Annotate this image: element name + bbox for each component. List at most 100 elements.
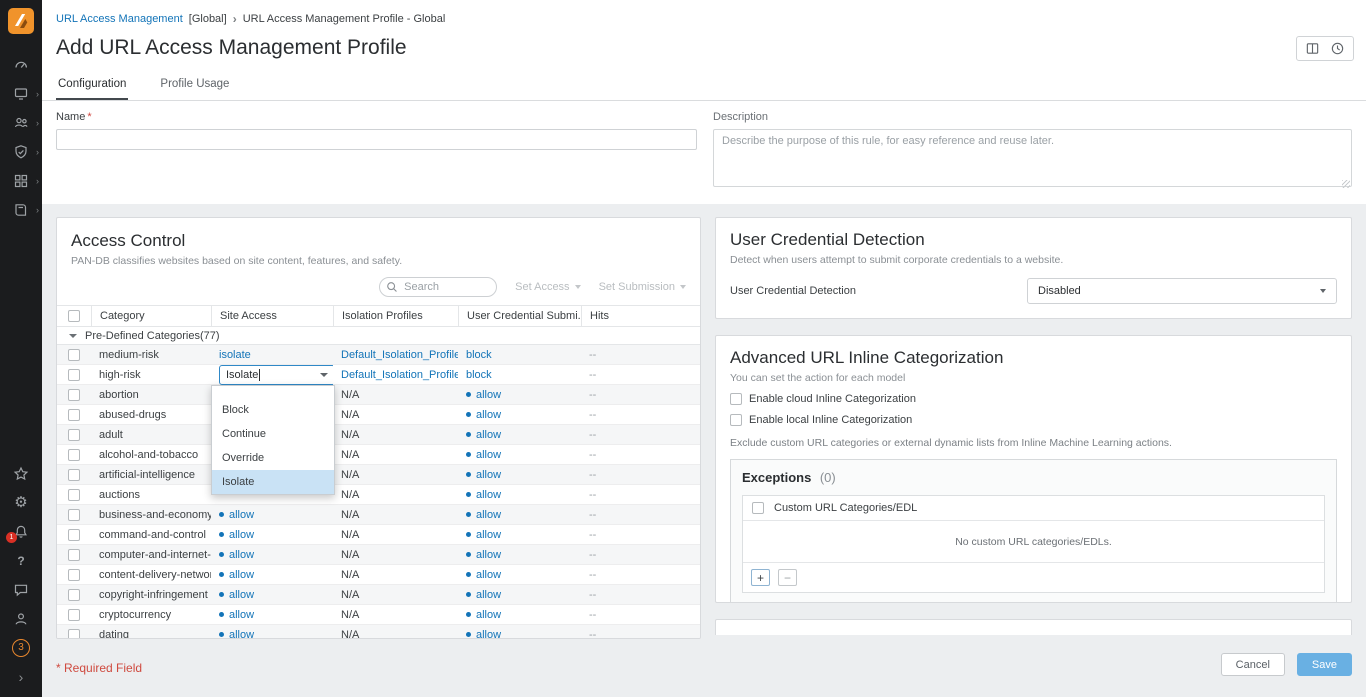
save-button[interactable]: Save xyxy=(1297,653,1352,676)
site-access-link[interactable]: allow xyxy=(229,509,254,521)
row-checkbox[interactable] xyxy=(68,409,80,421)
dropdown-option[interactable]: Block xyxy=(212,398,334,422)
sidebar-item-security-services[interactable]: › xyxy=(0,137,42,166)
set-access-dropdown[interactable]: Set Access xyxy=(515,281,580,293)
sidebar-item-notifications[interactable]: 1 xyxy=(0,517,42,546)
user-credential-submission-link[interactable]: allow xyxy=(476,469,501,481)
sidebar-item-account[interactable] xyxy=(0,604,42,633)
site-access-link[interactable]: allow xyxy=(229,529,254,541)
site-access-link[interactable]: isolate xyxy=(219,349,251,361)
row-checkbox[interactable] xyxy=(68,589,80,601)
ucd-select[interactable]: Disabled xyxy=(1027,278,1337,304)
cloud-inline-label: Enable cloud Inline Categorization xyxy=(749,393,916,405)
remove-exception-button[interactable]: − xyxy=(778,569,797,586)
dropdown-option[interactable]: Override xyxy=(212,446,334,470)
user-credential-submission-link[interactable]: allow xyxy=(476,389,501,401)
sidebar-collapse-toggle[interactable]: › xyxy=(0,662,42,691)
column-header-site-access[interactable]: Site Access xyxy=(211,306,333,326)
site-access-cell: isolate xyxy=(211,349,333,361)
isolation-profile-cell: N/A xyxy=(333,489,458,501)
site-access-link[interactable]: allow xyxy=(229,569,254,581)
sidebar-item-feedback[interactable] xyxy=(0,575,42,604)
row-checkbox[interactable] xyxy=(68,569,80,581)
row-checkbox[interactable] xyxy=(68,489,80,501)
isolation-profile-link[interactable]: Default_Isolation_Profile xyxy=(341,349,458,361)
sidebar-item-favorites[interactable] xyxy=(0,459,42,488)
select-all-checkbox[interactable] xyxy=(68,310,80,322)
row-checkbox[interactable] xyxy=(68,629,80,639)
sidebar-item-users[interactable]: › xyxy=(0,108,42,137)
sidebar-item-tasks[interactable]: 3 xyxy=(0,633,42,662)
row-checkbox[interactable] xyxy=(68,349,80,361)
site-access-link[interactable]: allow xyxy=(229,589,254,601)
tab-configuration[interactable]: Configuration xyxy=(56,72,128,100)
user-credential-submission-link[interactable]: allow xyxy=(476,429,501,441)
user-credential-submission-link[interactable]: allow xyxy=(476,549,501,561)
row-checkbox[interactable] xyxy=(68,509,80,521)
row-checkbox[interactable] xyxy=(68,469,80,481)
user-credential-submission-link[interactable]: allow xyxy=(476,509,501,521)
dropdown-option[interactable]: Isolate xyxy=(212,470,334,494)
isolation-profile-link[interactable]: Default_Isolation_Profile xyxy=(341,369,458,381)
user-credential-submission-link[interactable]: allow xyxy=(476,449,501,461)
cloud-inline-row: Enable cloud Inline Categorization xyxy=(730,393,1337,405)
site-access-combobox[interactable]: Isolate xyxy=(219,365,333,385)
category-group-row[interactable]: Pre-Defined Categories(77) xyxy=(57,327,700,345)
user-credential-submission-link[interactable]: allow xyxy=(476,529,501,541)
dropdown-option[interactable]: Continue xyxy=(212,422,334,446)
column-header-isolation-profiles[interactable]: Isolation Profiles xyxy=(333,306,458,326)
collapse-icon xyxy=(69,334,77,338)
row-checkbox[interactable] xyxy=(68,389,80,401)
row-checkbox[interactable] xyxy=(68,369,80,381)
name-input[interactable] xyxy=(56,129,697,150)
add-exception-button[interactable]: + xyxy=(751,569,770,586)
table-row: alcohol-and-tobaccoN/Aallow-- xyxy=(57,445,700,465)
sidebar-item-workflows[interactable]: › xyxy=(0,166,42,195)
exceptions-select-all-checkbox[interactable] xyxy=(752,502,764,514)
panw-logo[interactable] xyxy=(8,8,34,34)
site-access-link[interactable]: allow xyxy=(229,609,254,621)
set-submission-dropdown[interactable]: Set Submission xyxy=(599,281,686,293)
site-access-cell: allow xyxy=(211,509,333,521)
row-checkbox[interactable] xyxy=(68,449,80,461)
cloud-inline-checkbox[interactable] xyxy=(730,393,742,405)
row-checkbox[interactable] xyxy=(68,529,80,541)
isolation-profile-cell: N/A xyxy=(333,609,458,621)
user-credential-submission-link[interactable]: block xyxy=(466,349,492,361)
column-header-user-credential-submission[interactable]: User Credential Submi... xyxy=(458,306,581,326)
cancel-button[interactable]: Cancel xyxy=(1221,653,1285,676)
resize-grip-icon[interactable] xyxy=(1342,180,1350,188)
site-access-link[interactable]: allow xyxy=(229,549,254,561)
user-credential-submission-link[interactable]: allow xyxy=(476,409,501,421)
user-credential-submission-link[interactable]: allow xyxy=(476,629,501,639)
sidebar-item-insights[interactable]: › xyxy=(0,79,42,108)
column-header-hits[interactable]: Hits xyxy=(581,306,700,326)
advanced-url-card: Advanced URL Inline Categorization You c… xyxy=(715,335,1352,603)
user-credential-submission-link[interactable]: allow xyxy=(476,489,501,501)
ucd-field-label: User Credential Detection xyxy=(730,285,856,297)
column-header-category[interactable]: Category xyxy=(91,306,211,326)
versions-icon[interactable] xyxy=(1305,41,1320,56)
breadcrumb-link[interactable]: URL Access Management xyxy=(56,13,183,25)
user-credential-submission-link[interactable]: allow xyxy=(476,569,501,581)
sidebar-item-settings[interactable]: ⚙ xyxy=(0,488,42,517)
site-access-link[interactable]: allow xyxy=(229,629,254,639)
description-input[interactable] xyxy=(713,129,1352,187)
row-checkbox[interactable] xyxy=(68,549,80,561)
local-inline-row: Enable local Inline Categorization xyxy=(730,414,1337,426)
user-credential-submission-link[interactable]: allow xyxy=(476,589,501,601)
history-icon[interactable] xyxy=(1330,41,1345,56)
ucd-subtitle: Detect when users attempt to submit corp… xyxy=(730,254,1337,266)
sidebar-item-help[interactable]: ? xyxy=(0,546,42,575)
row-checkbox[interactable] xyxy=(68,609,80,621)
row-checkbox[interactable] xyxy=(68,429,80,441)
tab-profile-usage[interactable]: Profile Usage xyxy=(158,72,231,100)
local-inline-checkbox[interactable] xyxy=(730,414,742,426)
user-credential-submission-link[interactable]: allow xyxy=(476,609,501,621)
sidebar-item-dashboard[interactable] xyxy=(0,50,42,79)
sidebar-item-manage[interactable]: › xyxy=(0,195,42,224)
chevron-right-icon: › xyxy=(36,205,39,215)
chevron-right-icon: › xyxy=(36,147,39,157)
status-dot-icon xyxy=(466,612,471,617)
user-credential-submission-link[interactable]: block xyxy=(466,369,492,381)
